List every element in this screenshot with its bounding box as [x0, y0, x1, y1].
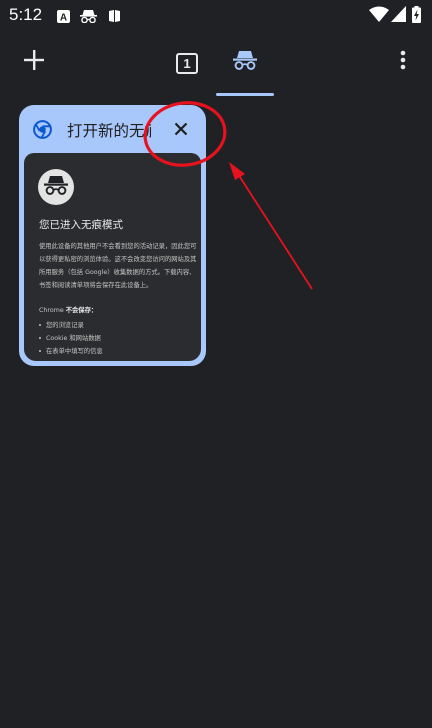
not-saved-list: 您的浏览记录 Cookie 和网站数据 在表单中填写的信息 [39, 319, 197, 358]
not-saved-prefix: Chrome [39, 307, 66, 314]
annotation-arrowhead [229, 162, 245, 180]
list-item: 您的浏览记录 [39, 319, 197, 332]
close-icon [169, 122, 193, 145]
selected-tab-indicator [216, 93, 274, 96]
tab-preview: 您已进入无痕模式 使用此设备的其他用户不会看到您的活动记录，因此您可以获得更私密… [24, 153, 201, 361]
incognito-description: 使用此设备的其他用户不会看到您的活动记录，因此您可以获得更私密的浏览体验。这不会… [39, 243, 197, 289]
chrome-icon [33, 120, 52, 143]
annotation-arrow [237, 173, 313, 290]
incognito-icon [233, 50, 257, 74]
list-item: Cookie 和网站数据 [39, 332, 197, 345]
tab-count-badge: 1 [176, 52, 198, 74]
a-translate-icon: A [57, 8, 70, 27]
incognito-tab-card[interactable]: 打开新的无痕式标签页 您已进入无痕模式 使用此设备的其他用户不会看到您的活动记录… [19, 105, 206, 366]
new-tab-button[interactable] [18, 46, 50, 78]
normal-tabs-button[interactable]: 1 [170, 46, 204, 80]
tab-switcher-toolbar: 1 [0, 32, 432, 96]
status-time: 5:12 [9, 5, 43, 24]
more-options-button[interactable] [388, 46, 418, 78]
status-bar: 5:12 A [0, 0, 432, 32]
plus-icon [24, 50, 44, 74]
incognito-heading: 您已进入无痕模式 [39, 219, 123, 231]
battery-charging-icon [412, 6, 421, 27]
more-vert-icon [400, 50, 406, 74]
incognito-avatar [38, 169, 74, 205]
tab-card-header: 打开新的无痕式标签页 [19, 105, 206, 153]
wifi-icon [369, 6, 389, 26]
svg-text:A: A [60, 13, 67, 24]
incognito-tabs-button[interactable] [228, 45, 262, 79]
signal-icon [391, 6, 406, 26]
tab-card-title: 打开新的无痕式标签页 [67, 122, 151, 140]
list-item: 在表单中填写的信息 [39, 345, 197, 358]
incognito-icon [44, 175, 68, 199]
close-tab-button[interactable] [169, 117, 193, 141]
not-saved-bold: 不会保存： [65, 307, 98, 314]
not-saved-heading: Chrome 不会保存： [39, 305, 197, 314]
book-icon [108, 8, 121, 27]
incognito-icon [80, 8, 97, 27]
